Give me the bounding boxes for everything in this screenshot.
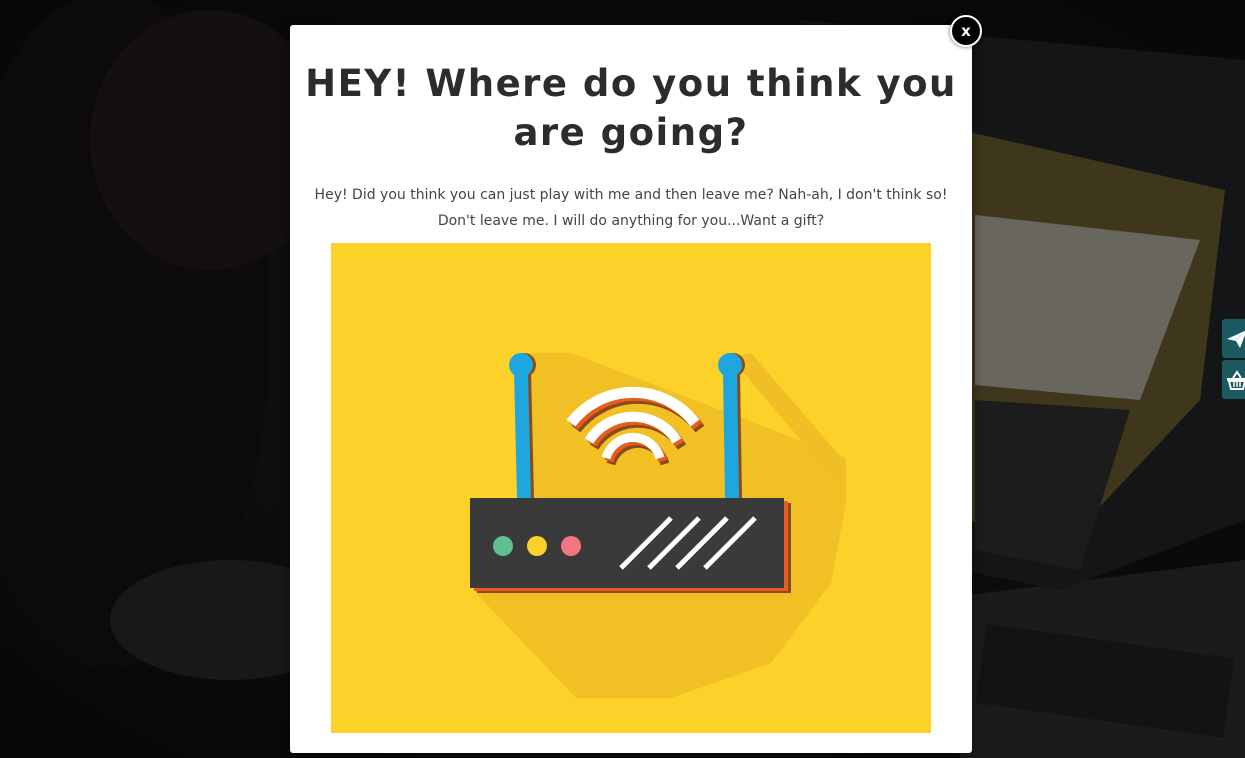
wifi-router-illustration[interactable]	[331, 243, 931, 733]
page: HEY! Where do you think you are going? H…	[0, 0, 1245, 758]
modal-message: Hey! Did you think you can just play wit…	[314, 187, 948, 229]
send-side-button[interactable]	[1222, 319, 1245, 358]
close-modal-button[interactable]: x	[950, 15, 982, 47]
basket-side-button[interactable]	[1222, 360, 1245, 399]
shopping-basket-icon	[1227, 369, 1245, 390]
exit-intent-modal: HEY! Where do you think you are going? H…	[290, 25, 972, 753]
paper-plane-icon	[1227, 330, 1245, 348]
modal-title: HEY! Where do you think you are going?	[305, 62, 957, 154]
